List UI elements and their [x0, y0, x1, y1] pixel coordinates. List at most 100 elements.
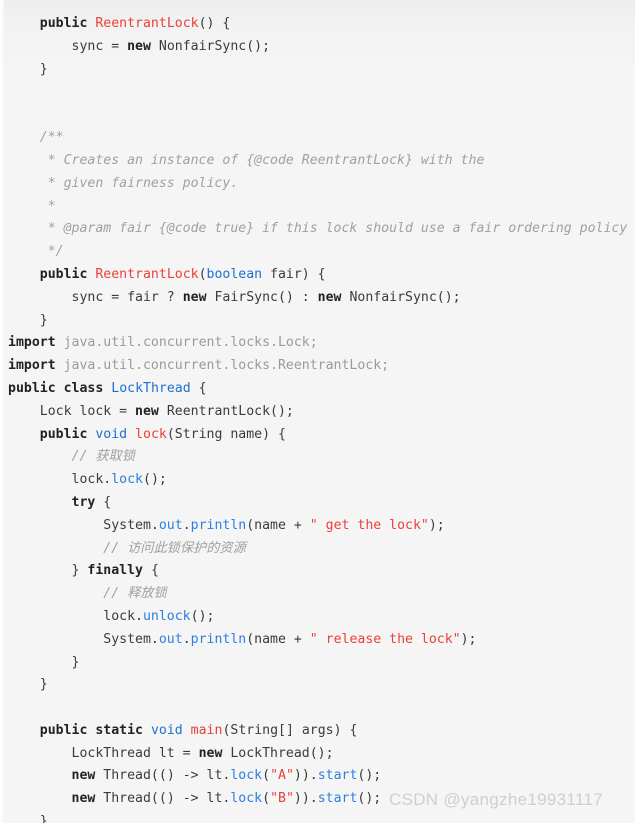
code-token-pln — [56, 358, 64, 373]
code-token-kw: new — [71, 791, 96, 807]
code-line: * given fairness policy. — [0, 173, 635, 196]
code-token-pln: ReentrantLock(); — [158, 403, 294, 419]
code-token-red: ReentrantLock — [95, 266, 199, 282]
code-token-call: out — [158, 517, 183, 533]
code-token-call: println — [190, 631, 247, 647]
code-line: // 释放锁 — [0, 583, 635, 606]
code-line: */ — [0, 241, 635, 264]
code-token-type: void — [150, 722, 183, 738]
code-token-kw: new — [127, 38, 151, 54]
code-token-pln: Thread(() -> lt. — [95, 768, 231, 784]
code-token-type: void — [95, 426, 128, 442]
csdn-watermark: CSDN @yangzhe19931117 — [389, 790, 603, 809]
code-token-kw: public — [39, 722, 88, 738]
code-token-pln: . — [182, 631, 191, 647]
code-line: } — [0, 652, 635, 675]
code-token-cmt: * @param fair {@code true} if this lock … — [39, 221, 628, 237]
code-token-cmt: /** — [39, 130, 64, 146]
code-token-red: main — [190, 722, 223, 738]
code-line: * Creates an instance of {@code Reentran… — [0, 150, 635, 173]
code-line: LockThread lt = new LockThread(); — [0, 743, 635, 766]
code-token-pln — [127, 427, 135, 442]
code-token-pln: ( — [198, 266, 207, 282]
code-token-kw: import — [8, 335, 56, 351]
code-token-pln: Lock lock = — [39, 403, 136, 419]
code-token-cmt: // 访问此锁保护的资源 — [103, 540, 246, 556]
code-line: lock.lock(); — [0, 469, 635, 492]
code-token-pln: } — [71, 563, 88, 579]
code-token-pln: } — [39, 312, 48, 328]
code-token-pln: } — [39, 61, 48, 77]
code-token-str: " release the lock" — [309, 631, 461, 647]
code-token-kw: public — [8, 380, 56, 396]
code-token-pln: NonfairSync(); — [341, 289, 461, 305]
code-token-pln: (String[] args) { — [222, 722, 358, 738]
code-line: import java.util.concurrent.locks.Reentr… — [0, 355, 635, 378]
code-token-pln: (); — [357, 791, 382, 807]
code-token-cmt: */ — [39, 244, 64, 260]
code-token-str: "A" — [270, 768, 294, 784]
code-block[interactable]: public ReentrantLock() { sync = new Nonf… — [0, 13, 635, 823]
code-line: } — [0, 59, 635, 82]
code-token-kw: class — [63, 380, 104, 396]
code-token-pln: ( — [262, 768, 271, 784]
code-token-pln — [56, 335, 64, 350]
code-token-pln: (name + — [246, 631, 310, 647]
code-token-kw: finally — [87, 563, 143, 579]
code-token-pln: LockThread(); — [222, 745, 334, 761]
code-line: } finally { — [0, 560, 635, 583]
code-line: public static void main(String[] args) { — [0, 720, 635, 743]
code-token-kw: import — [8, 358, 56, 374]
code-token-pln — [143, 723, 151, 738]
code-token-pln: (); — [357, 768, 382, 784]
code-line: } — [0, 310, 635, 333]
code-token-pln — [183, 723, 191, 738]
code-line: lock.unlock(); — [0, 606, 635, 629]
code-token-red: lock — [135, 426, 167, 442]
code-token-cmt: // 释放锁 — [103, 586, 167, 602]
code-token-kw: public — [39, 426, 88, 442]
code-line: // 访问此锁保护的资源 — [0, 538, 635, 561]
code-token-cmt: * given fairness policy. — [39, 175, 239, 191]
code-line: /** — [0, 127, 635, 150]
code-token-pln: )). — [293, 791, 318, 807]
code-token-pln: System. — [103, 517, 159, 533]
code-token-pln: } — [39, 677, 48, 693]
code-token-call: lock — [230, 768, 263, 784]
code-token-pln: } — [39, 814, 48, 823]
code-line: public void lock(String name) { — [0, 424, 635, 447]
code-token-str: "B" — [270, 791, 294, 807]
code-token-call: println — [190, 517, 247, 533]
code-token-pln: NonfairSync(); — [150, 38, 271, 54]
code-token-pln: { — [95, 494, 112, 510]
code-token-type: boolean — [206, 266, 263, 282]
code-token-pln: lock. — [103, 608, 143, 624]
code-line: public ReentrantLock() { — [0, 13, 635, 36]
code-screenshot: public ReentrantLock() { sync = new Nonf… — [0, 0, 635, 823]
code-token-kw: new — [135, 403, 159, 419]
code-line: try { — [0, 492, 635, 515]
code-line: sync = fair ? new FairSync() : new Nonfa… — [0, 287, 635, 310]
code-line: System.out.println(name + " get the lock… — [0, 515, 635, 538]
